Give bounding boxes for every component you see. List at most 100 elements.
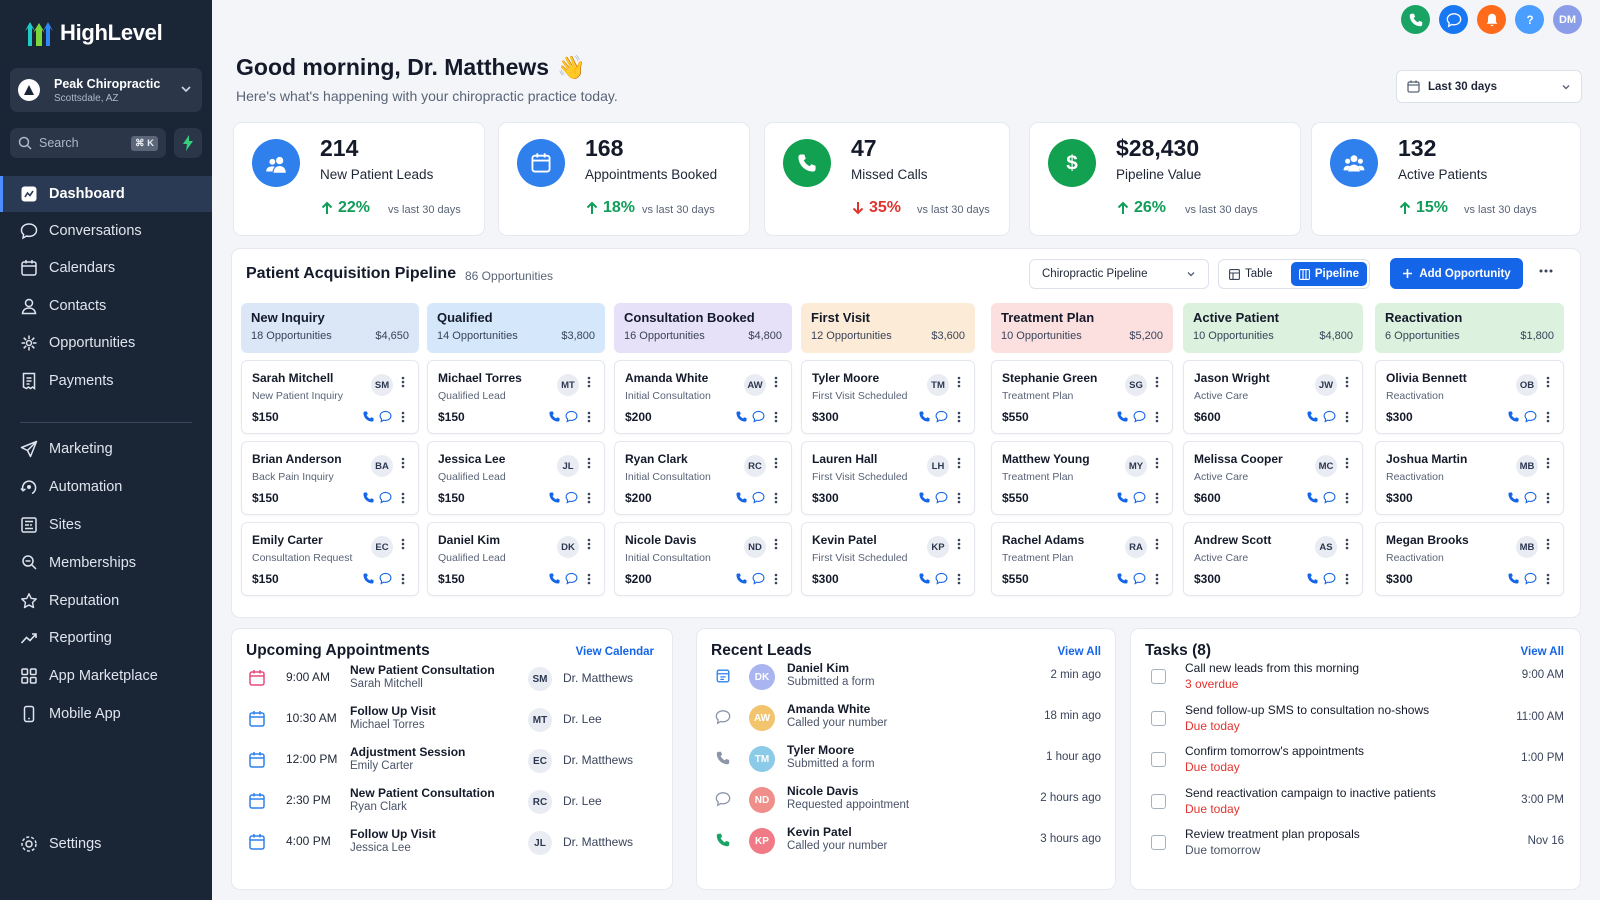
help-button[interactable]: ?: [1515, 5, 1544, 34]
card-more-button[interactable]: [1151, 411, 1163, 423]
opportunity-card[interactable]: Melissa Cooper Active Care $600 MC: [1183, 441, 1363, 515]
call-button[interactable]: [548, 491, 561, 504]
card-more-button[interactable]: [953, 492, 965, 504]
call-button[interactable]: [1116, 410, 1129, 423]
card-more-button[interactable]: [1542, 492, 1554, 504]
quick-actions-button[interactable]: [174, 128, 202, 158]
opportunity-card[interactable]: Matthew Young Treatment Plan $550 MY: [991, 441, 1173, 515]
card-menu-button[interactable]: [770, 538, 782, 550]
location-switcher[interactable]: Peak Chiropractic Scottsdale, AZ: [10, 68, 202, 112]
sidebar-item-marketing[interactable]: Marketing: [0, 431, 212, 467]
sidebar-item-dashboard[interactable]: Dashboard: [0, 176, 212, 212]
pipeline-select[interactable]: Chiropractic Pipeline: [1029, 259, 1209, 289]
search-input[interactable]: Search ⌘ K: [10, 128, 166, 158]
card-menu-button[interactable]: [1542, 538, 1554, 550]
call-button[interactable]: [548, 410, 561, 423]
call-button[interactable]: [1507, 410, 1520, 423]
card-more-button[interactable]: [770, 411, 782, 423]
appointment-row[interactable]: 12:00 PM Adjustment Session Emily Carter…: [232, 741, 672, 781]
card-menu-button[interactable]: [1341, 538, 1353, 550]
task-checkbox[interactable]: [1151, 752, 1166, 767]
message-button[interactable]: [565, 491, 578, 504]
card-more-button[interactable]: [397, 492, 409, 504]
card-menu-button[interactable]: [770, 376, 782, 388]
sidebar-item-reputation[interactable]: Reputation: [0, 583, 212, 619]
message-button[interactable]: [752, 410, 765, 423]
add-opportunity-button[interactable]: Add Opportunity: [1390, 258, 1523, 289]
opportunity-card[interactable]: Rachel Adams Treatment Plan $550 RA: [991, 522, 1173, 596]
call-button[interactable]: [548, 572, 561, 585]
message-button[interactable]: [1524, 491, 1537, 504]
opportunity-card[interactable]: Joshua Martin Reactivation $300 MB: [1375, 441, 1564, 515]
message-button[interactable]: [752, 572, 765, 585]
pipeline-view-button[interactable]: Pipeline: [1290, 262, 1367, 286]
card-menu-button[interactable]: [1151, 538, 1163, 550]
card-menu-button[interactable]: [1151, 457, 1163, 469]
message-button[interactable]: [1133, 410, 1146, 423]
opportunity-card[interactable]: Olivia Bennett Reactivation $300 OB: [1375, 360, 1564, 434]
opportunity-card[interactable]: Emily Carter Consultation Request $150 E…: [241, 522, 419, 596]
card-menu-button[interactable]: [397, 376, 409, 388]
message-button[interactable]: [565, 572, 578, 585]
opportunity-card[interactable]: Michael Torres Qualified Lead $150 MT: [427, 360, 605, 434]
call-button[interactable]: [1507, 572, 1520, 585]
stat-card[interactable]: 168 Appointments Booked 18% vs last 30 d…: [498, 122, 750, 236]
call-button[interactable]: [362, 572, 375, 585]
call-button[interactable]: [1507, 491, 1520, 504]
opportunity-card[interactable]: Jessica Lee Qualified Lead $150 JL: [427, 441, 605, 515]
message-button[interactable]: [1323, 491, 1336, 504]
call-button[interactable]: [918, 572, 931, 585]
lead-row[interactable]: DK Daniel Kim Submitted a form 2 min ago: [697, 657, 1115, 697]
message-button[interactable]: [1524, 410, 1537, 423]
sidebar-item-contacts[interactable]: Contacts: [0, 288, 212, 324]
stat-card[interactable]: 214 New Patient Leads 22% vs last 30 day…: [233, 122, 485, 236]
card-more-button[interactable]: [583, 573, 595, 585]
call-button[interactable]: [1116, 572, 1129, 585]
brand-logo[interactable]: HighLevel: [24, 16, 163, 50]
card-more-button[interactable]: [583, 492, 595, 504]
opportunity-card[interactable]: Kevin Patel First Visit Scheduled $300 K…: [801, 522, 975, 596]
sidebar-item-app-marketplace[interactable]: App Marketplace: [0, 658, 212, 694]
message-button[interactable]: [1524, 572, 1537, 585]
message-button[interactable]: [565, 410, 578, 423]
message-button[interactable]: [1133, 572, 1146, 585]
call-button[interactable]: [735, 491, 748, 504]
sidebar-item-sites[interactable]: Sites: [0, 507, 212, 543]
more-options-icon[interactable]: [1538, 263, 1554, 279]
card-menu-button[interactable]: [397, 538, 409, 550]
card-more-button[interactable]: [1542, 573, 1554, 585]
call-button[interactable]: [1116, 491, 1129, 504]
card-more-button[interactable]: [1151, 573, 1163, 585]
lead-row[interactable]: KP Kevin Patel Called your number 3 hour…: [697, 821, 1115, 861]
task-checkbox[interactable]: [1151, 793, 1166, 809]
card-more-button[interactable]: [1341, 573, 1353, 585]
date-range-select[interactable]: Last 30 days: [1396, 70, 1582, 103]
opportunity-card[interactable]: Andrew Scott Active Care $300 AS: [1183, 522, 1363, 596]
opportunity-card[interactable]: Lauren Hall First Visit Scheduled $300 L…: [801, 441, 975, 515]
card-menu-button[interactable]: [583, 457, 595, 469]
opportunity-card[interactable]: Nicole Davis Initial Consultation $200 N…: [614, 522, 792, 596]
opportunity-card[interactable]: Sarah Mitchell New Patient Inquiry $150 …: [241, 360, 419, 434]
opportunity-card[interactable]: Megan Brooks Reactivation $300 MB: [1375, 522, 1564, 596]
opportunity-card[interactable]: Stephanie Green Treatment Plan $550 SG: [991, 360, 1173, 434]
card-more-button[interactable]: [1151, 492, 1163, 504]
card-menu-button[interactable]: [953, 376, 965, 388]
card-more-button[interactable]: [770, 492, 782, 504]
card-menu-button[interactable]: [1341, 457, 1353, 469]
card-more-button[interactable]: [397, 411, 409, 423]
message-button[interactable]: [379, 410, 392, 423]
card-more-button[interactable]: [770, 573, 782, 585]
sidebar-item-calendars[interactable]: Calendars: [0, 250, 212, 286]
card-menu-button[interactable]: [1151, 376, 1163, 388]
call-button[interactable]: [918, 410, 931, 423]
message-button[interactable]: [935, 572, 948, 585]
message-button[interactable]: [935, 491, 948, 504]
opportunity-card[interactable]: Tyler Moore First Visit Scheduled $300 T…: [801, 360, 975, 434]
message-button[interactable]: [1323, 410, 1336, 423]
card-menu-button[interactable]: [770, 457, 782, 469]
message-button[interactable]: [752, 491, 765, 504]
message-button[interactable]: [379, 491, 392, 504]
card-more-button[interactable]: [1542, 411, 1554, 423]
card-menu-button[interactable]: [397, 457, 409, 469]
card-menu-button[interactable]: [1542, 457, 1554, 469]
